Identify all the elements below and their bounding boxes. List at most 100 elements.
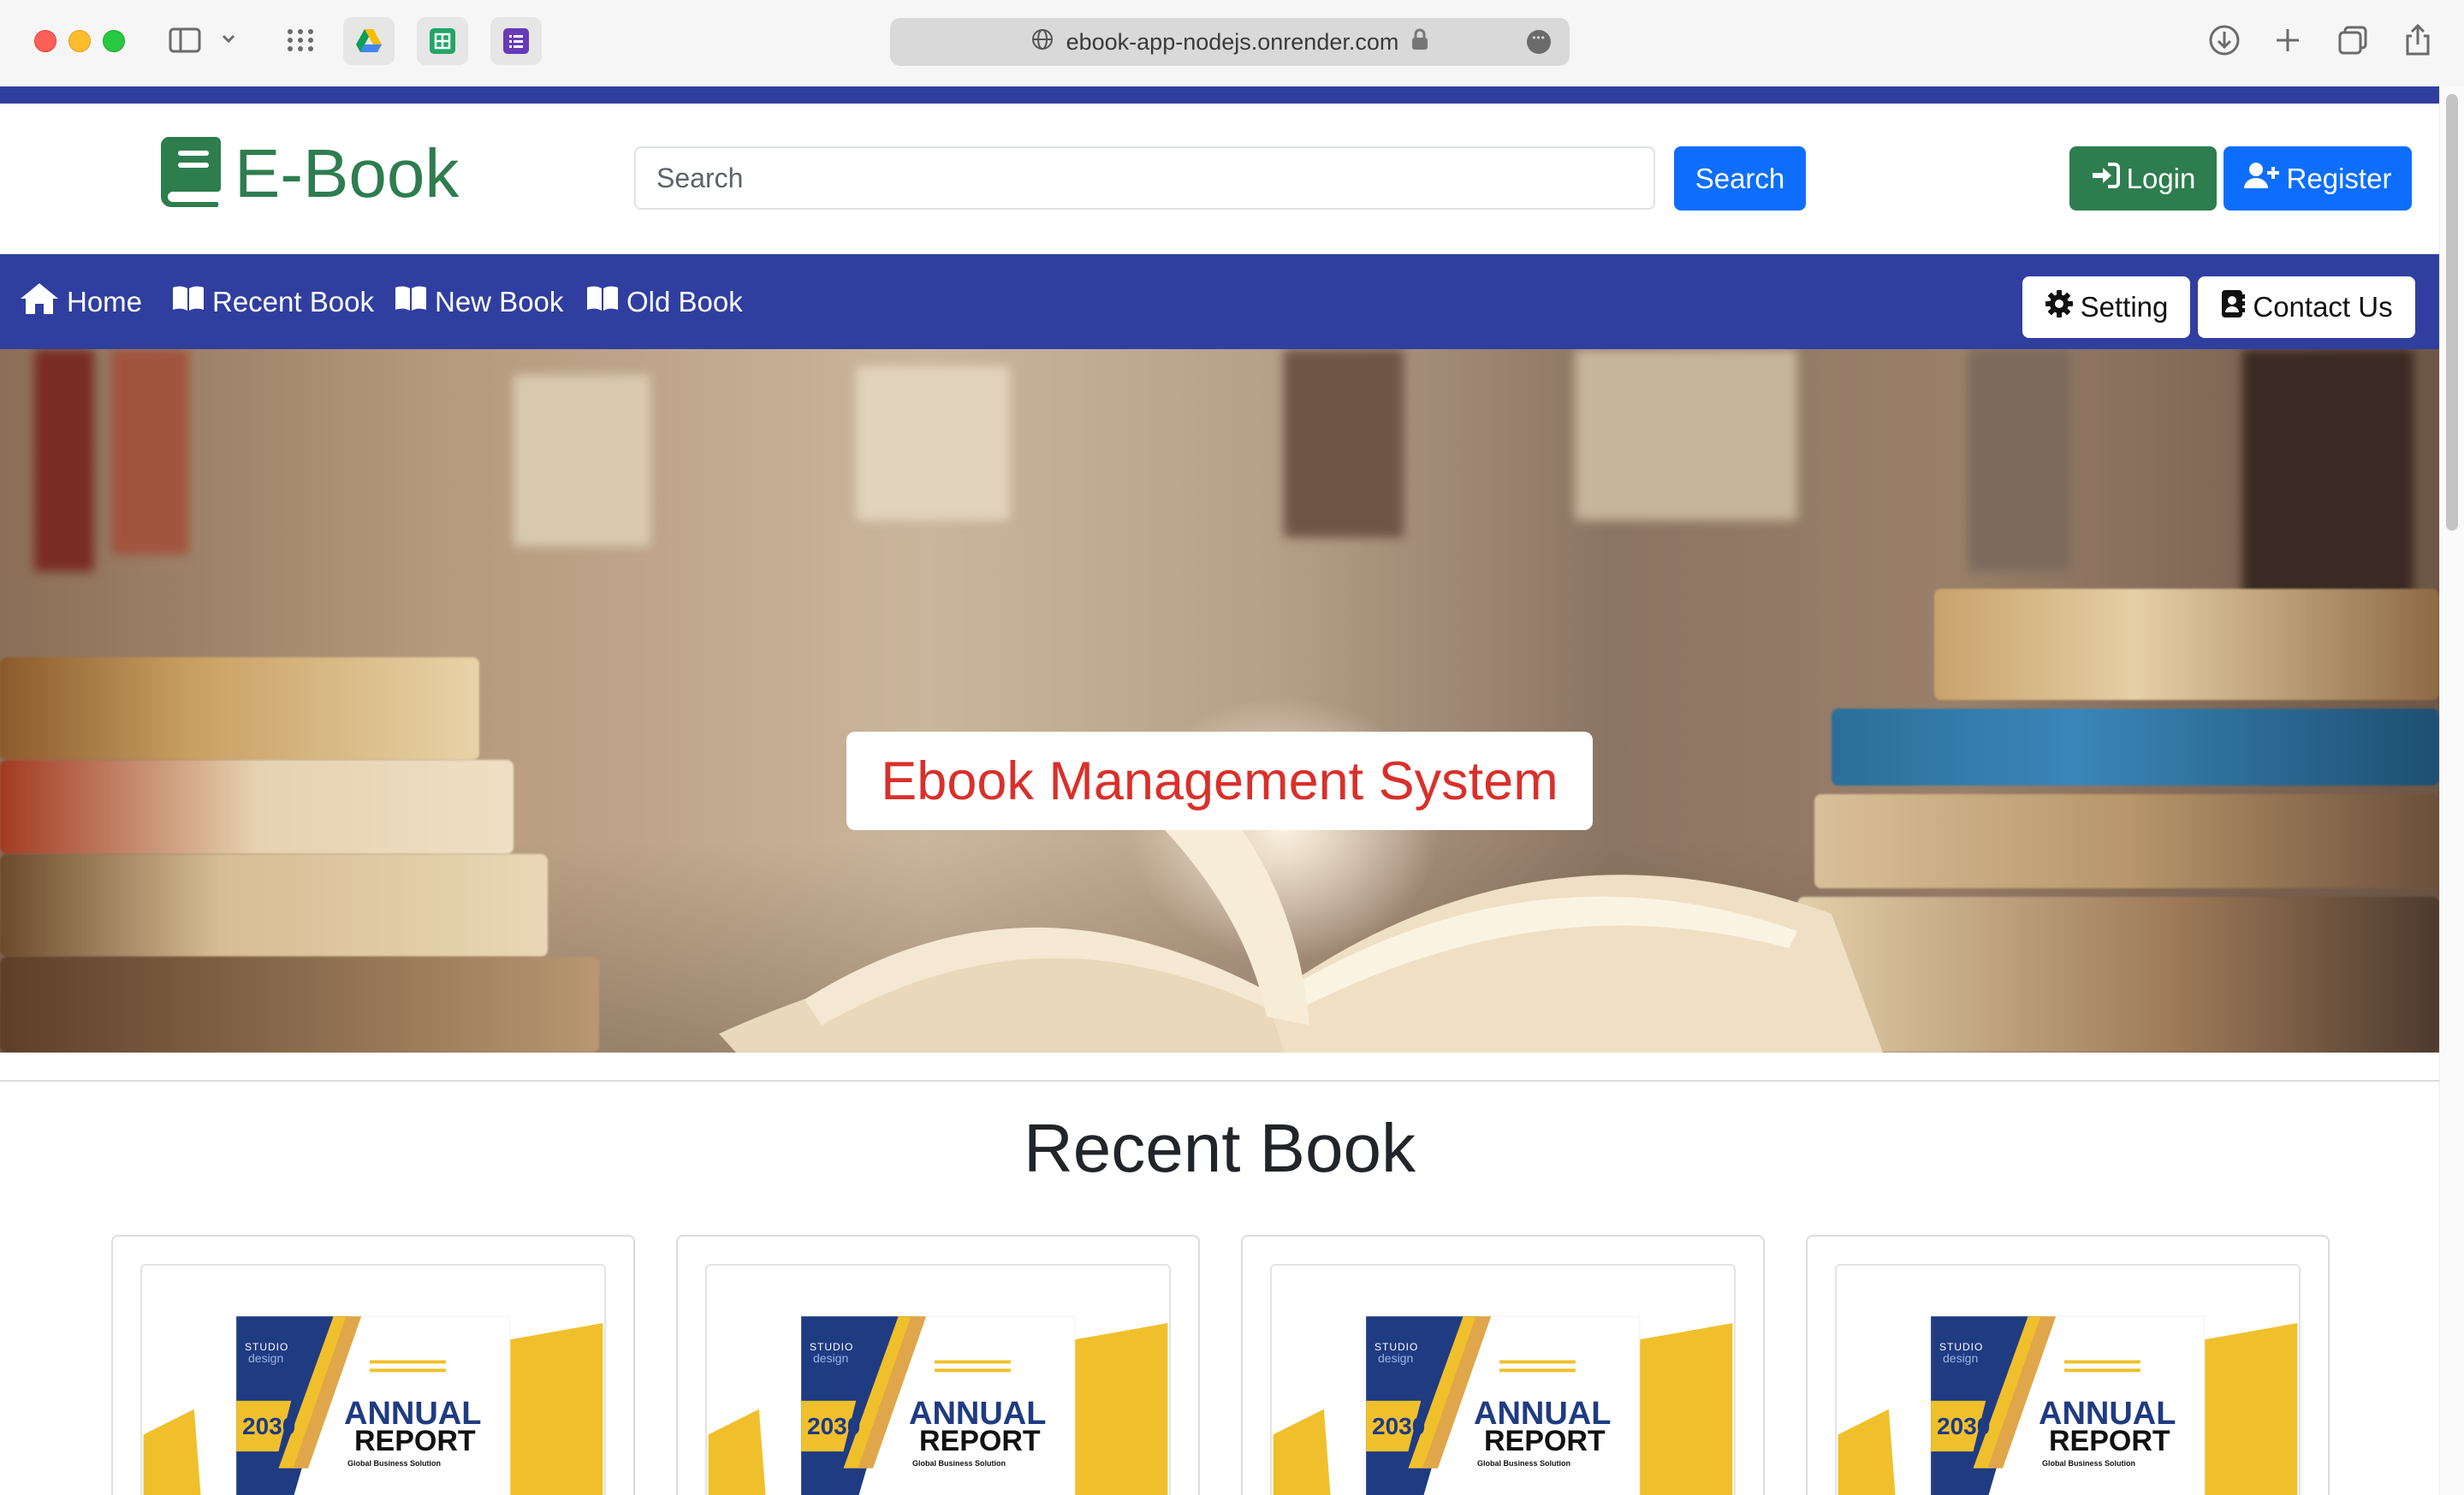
chevron-down-icon[interactable] (219, 29, 238, 52)
book-open-icon (171, 285, 212, 319)
cover-year-text: 2030 (242, 1413, 296, 1439)
nav-recent-book[interactable]: Recent Book (171, 254, 374, 349)
lock-icon (1410, 27, 1429, 57)
background-books-image (34, 349, 94, 572)
background-books-image (2242, 349, 2414, 606)
site-logo[interactable]: E-Book (159, 135, 459, 211)
cover-year-text: 2030 (1372, 1413, 1426, 1439)
book-cover-image[interactable]: STUDIO design 2030 ANNUAL REPORT Global … (1835, 1264, 2301, 1495)
book-stack-image (1814, 794, 2439, 888)
book-stack-image (0, 760, 514, 854)
cover-title-line2: REPORT (919, 1425, 1041, 1457)
book-icon (159, 135, 223, 211)
background-books-image (111, 349, 188, 555)
search-button[interactable]: Search (1674, 146, 1806, 211)
tab-overview-grid-icon[interactable] (282, 22, 318, 62)
contact-us-label: Contact Us (2253, 291, 2393, 323)
login-label: Login (2126, 162, 2196, 194)
background-books-image (1575, 349, 1797, 520)
share-icon[interactable] (2400, 22, 2436, 62)
nav-old-book-label: Old Book (626, 285, 743, 317)
cover-subtitle-text: Global Business Solution (1477, 1459, 1571, 1468)
scrollbar-thumb[interactable] (2446, 94, 2458, 531)
zoom-window-button[interactable] (103, 30, 125, 52)
book-cover-image[interactable]: STUDIO design 2030 ANNUAL REPORT Global … (705, 1264, 1171, 1495)
book-card[interactable]: STUDIO design 2030 ANNUAL REPORT Global … (676, 1235, 1200, 1495)
hero-title-card: Ebook Management System (846, 732, 1593, 830)
book-card[interactable]: STUDIO design 2030 ANNUAL REPORT Global … (1241, 1235, 1765, 1495)
cover-design-text: design (813, 1351, 849, 1365)
minimize-window-button[interactable] (68, 30, 91, 52)
user-plus-icon (2243, 162, 2287, 196)
contact-us-button[interactable]: Contact Us (2198, 276, 2415, 338)
globe-icon (1030, 27, 1054, 57)
background-books-image (514, 375, 650, 546)
nav-home-label: Home (67, 285, 143, 317)
cover-subtitle-text: Global Business Solution (347, 1459, 442, 1468)
pinned-tab-drive[interactable] (343, 17, 395, 65)
page-menu-icon[interactable] (1527, 30, 1551, 54)
book-cover-image[interactable]: STUDIO design 2030 ANNUAL REPORT Global … (1270, 1264, 1736, 1495)
book-stack-image (1832, 709, 2439, 786)
cover-design-text: design (248, 1351, 284, 1365)
search-input[interactable] (634, 146, 1655, 210)
book-open-icon (394, 285, 435, 319)
book-stack-image (0, 957, 599, 1053)
book-open-icon (585, 285, 626, 319)
cover-year-text: 2030 (1937, 1413, 1991, 1439)
cover-year-text: 2030 (807, 1413, 861, 1439)
main-navbar: Home Recent Book New Book Old Book Setti… (0, 254, 2439, 349)
cover-title-line2: REPORT (2049, 1425, 2170, 1457)
book-stack-image (1797, 897, 2439, 1053)
address-bar[interactable]: ebook-app-nodejs.onrender.com (890, 18, 1570, 66)
gear-icon (2045, 289, 2081, 325)
book-stack-image (0, 854, 548, 957)
book-stack-image (0, 657, 479, 760)
cover-design-text: design (1943, 1351, 1979, 1365)
section-divider (0, 1080, 2439, 1082)
book-cover-image[interactable]: STUDIO design 2030 ANNUAL REPORT Global … (140, 1264, 606, 1495)
nav-new-book[interactable]: New Book (394, 254, 563, 349)
hero-banner: Ebook Management System (0, 349, 2439, 1053)
setting-label: Setting (2080, 291, 2169, 323)
address-book-icon (2220, 289, 2253, 325)
nav-new-book-label: New Book (435, 285, 564, 317)
background-books-image (1284, 349, 1404, 537)
cover-subtitle-text: Global Business Solution (2042, 1459, 2136, 1468)
home-icon (19, 282, 67, 323)
background-books-image (856, 366, 1010, 520)
background-books-image (1968, 349, 2071, 572)
google-drive-icon (354, 27, 383, 60)
url-text: ebook-app-nodejs.onrender.com (1066, 28, 1399, 55)
pinned-tab-sheets[interactable] (417, 17, 468, 65)
cover-title-line2: REPORT (354, 1425, 476, 1457)
setting-button[interactable]: Setting (2022, 276, 2190, 338)
register-button[interactable]: Register (2224, 146, 2412, 211)
sign-in-icon (2091, 162, 2127, 196)
login-button[interactable]: Login (2069, 146, 2217, 211)
hero-title: Ebook Management System (881, 750, 1559, 811)
cover-title-line2: REPORT (1484, 1425, 1606, 1457)
book-card[interactable]: STUDIO design 2030 ANNUAL REPORT Global … (1806, 1235, 2330, 1495)
browser-toolbar: ebook-app-nodejs.onrender.com (0, 0, 2464, 86)
close-window-button[interactable] (34, 30, 56, 52)
tab-overview-icon[interactable] (2335, 22, 2371, 62)
sidebar-toggle-icon[interactable] (167, 22, 203, 62)
nav-recent-book-label: Recent Book (212, 285, 374, 317)
register-label: Register (2286, 162, 2392, 194)
book-stack-image (1934, 589, 2439, 700)
cover-subtitle-text: Global Business Solution (912, 1459, 1006, 1468)
cover-design-text: design (1378, 1351, 1414, 1365)
google-sheets-icon (430, 28, 455, 54)
logo-text: E-Book (235, 134, 460, 211)
web-page: E-Book Search Login Register Home Recent… (0, 86, 2439, 1495)
nav-old-book[interactable]: Old Book (585, 254, 743, 349)
book-card[interactable]: STUDIO design 2030 ANNUAL REPORT Global … (111, 1235, 635, 1495)
top-accent-bar (0, 86, 2439, 104)
recent-book-heading: Recent Book (1023, 1110, 1416, 1186)
nav-home[interactable]: Home (19, 254, 142, 349)
google-forms-icon (503, 28, 529, 54)
new-tab-icon[interactable] (2270, 22, 2306, 62)
downloads-icon[interactable] (2206, 22, 2242, 62)
pinned-tab-forms[interactable] (490, 17, 542, 65)
